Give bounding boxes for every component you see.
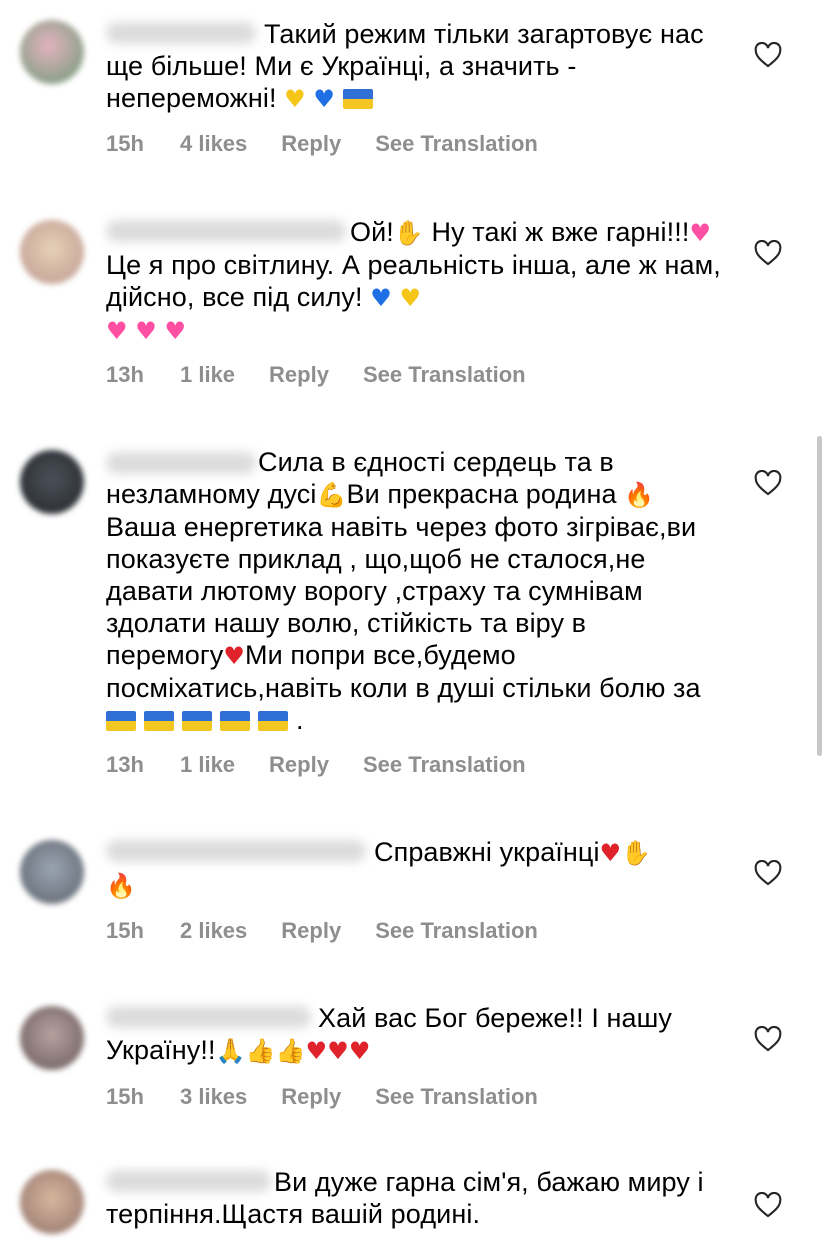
avatar[interactable] [20, 450, 84, 514]
scrollbar[interactable] [817, 436, 822, 756]
comment-meta: 15h 3 likes Reply See Translation [106, 1084, 538, 1110]
avatar[interactable] [20, 220, 84, 284]
timestamp: 15h [106, 1084, 144, 1109]
like-heart-icon[interactable] [754, 860, 782, 886]
timestamp: 13h [106, 752, 144, 777]
thumbs-up-icon: 👍 [245, 1037, 276, 1065]
folded-hands-icon: 🙏 [215, 1037, 246, 1065]
clapping-hands-icon: ✋ [393, 219, 424, 247]
see-translation-button[interactable]: See Translation [375, 918, 538, 944]
ukraine-flag-icon [182, 711, 212, 731]
timestamp: 15h [106, 131, 144, 156]
like-heart-icon[interactable] [754, 1026, 782, 1052]
red-heart-icon: ♥ [348, 1037, 371, 1065]
see-translation-button[interactable]: See Translation [363, 362, 526, 388]
reply-button[interactable]: Reply [281, 1084, 341, 1110]
see-translation-button[interactable]: See Translation [375, 131, 538, 157]
flexed-biceps-icon: 💪 [316, 481, 347, 509]
comment-meta: 15h 2 likes Reply See Translation [106, 918, 538, 944]
comment-text: Сила в єдності сердець та в незламному д… [106, 447, 701, 735]
reply-button[interactable]: Reply [269, 752, 329, 778]
thumbs-up-icon: 👍 [275, 1037, 306, 1065]
avatar[interactable] [20, 20, 84, 84]
ukraine-flag-icon [258, 711, 288, 731]
red-heart-icon: ♥ [327, 1037, 349, 1065]
fire-icon: 🔥 [624, 481, 655, 509]
comment-meta: 13h 1 like Reply See Translation [106, 752, 526, 778]
avatar[interactable] [20, 840, 84, 904]
comment-text: Справжні українці♥✋ 🔥 [106, 837, 652, 900]
avatar[interactable] [20, 1006, 84, 1070]
timestamp: 15h [106, 918, 144, 943]
comment-text: Такий режим тільки загартовує нас ще біл… [106, 19, 704, 113]
reply-button[interactable]: Reply [281, 918, 341, 944]
red-heart-icon: ♥ [223, 642, 246, 670]
fire-icon: 🔥 [106, 872, 136, 900]
comment-text: Хай вас Бог береже!! І нашу Україну!!🙏👍👍… [106, 1003, 673, 1065]
ukraine-flag-icon [220, 711, 250, 731]
reply-button[interactable]: Reply [281, 131, 341, 157]
ukraine-flag-icon [106, 711, 136, 731]
like-heart-icon[interactable] [754, 240, 782, 266]
sparkling-heart-icon: ♥ [106, 317, 128, 345]
sparkling-heart-icon: ♥ [164, 317, 187, 345]
see-translation-button[interactable]: See Translation [363, 752, 526, 778]
blue-heart-icon: ♥ [313, 85, 336, 113]
sparkling-heart-icon: ♥ [135, 317, 157, 345]
yellow-heart-icon: ♥ [284, 85, 306, 113]
ukraine-flag-icon [342, 89, 373, 109]
clapping-hands-icon: ✋ [621, 839, 652, 867]
likes-count[interactable]: 2 likes [180, 918, 247, 944]
comment-text: Ой!✋ Ну такі ж вже гарні!!!♥ Це я про св… [106, 217, 721, 345]
likes-count[interactable]: 3 likes [180, 1084, 247, 1110]
ukraine-flag-icon [144, 711, 174, 731]
red-heart-icon: ♥ [599, 839, 622, 867]
comment-text: Ви дуже гарна сім'я, бажаю миру і терпін… [106, 1167, 704, 1229]
sparkling-heart-icon: ♥ [689, 219, 712, 247]
red-heart-icon: ♥ [305, 1037, 328, 1065]
reply-button[interactable]: Reply [269, 362, 329, 388]
comment-meta: 13h 1 like Reply See Translation [106, 362, 526, 388]
likes-count[interactable]: 1 like [180, 362, 235, 388]
blue-heart-icon: ♥ [370, 284, 392, 312]
like-heart-icon[interactable] [754, 1192, 782, 1218]
see-translation-button[interactable]: See Translation [375, 1084, 538, 1110]
comment-meta: 15h 4 likes Reply See Translation [106, 131, 538, 157]
avatar[interactable] [20, 1170, 84, 1234]
yellow-heart-icon: ♥ [399, 284, 422, 312]
likes-count[interactable]: 1 like [180, 752, 235, 778]
timestamp: 13h [106, 362, 144, 387]
likes-count[interactable]: 4 likes [180, 131, 247, 157]
like-heart-icon[interactable] [754, 42, 782, 68]
like-heart-icon[interactable] [754, 470, 782, 496]
